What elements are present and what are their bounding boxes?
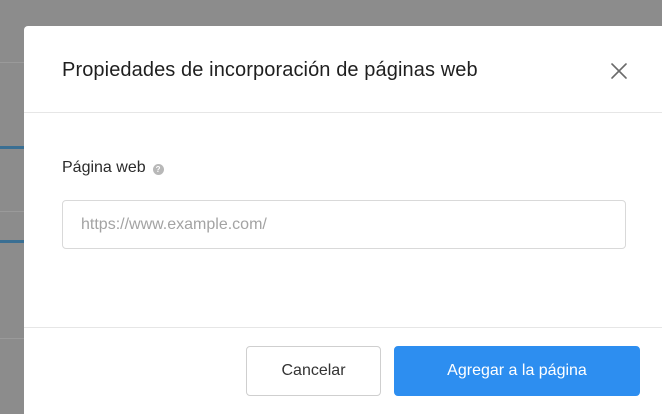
embed-properties-dialog: Propiedades de incorporación de páginas … <box>24 26 662 414</box>
background-accent <box>0 240 24 243</box>
help-icon[interactable]: ? <box>152 163 164 175</box>
web-page-label: Página web <box>62 159 146 176</box>
background-accent <box>0 146 24 149</box>
background-divider <box>0 338 24 339</box>
add-to-page-button[interactable]: Agregar a la página <box>394 346 640 396</box>
cancel-button[interactable]: Cancelar <box>246 346 381 396</box>
web-page-url-input[interactable] <box>62 200 626 249</box>
dialog-title: Propiedades de incorporación de páginas … <box>62 59 478 81</box>
background-divider <box>0 211 24 212</box>
close-icon <box>611 63 627 79</box>
close-button[interactable] <box>608 60 630 82</box>
dialog-footer: Cancelar Agregar a la página <box>24 327 662 414</box>
dialog-header: Propiedades de incorporación de páginas … <box>24 26 662 113</box>
background-divider <box>0 62 24 63</box>
field-label-row: Página web ? <box>62 159 164 177</box>
